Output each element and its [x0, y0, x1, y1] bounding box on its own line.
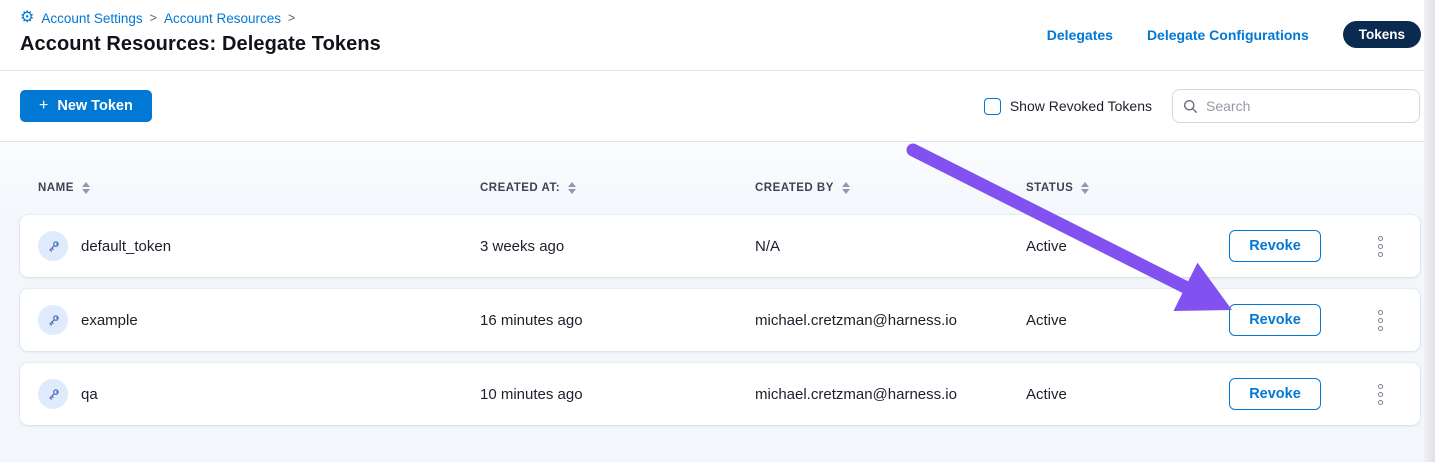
key-icon: [38, 305, 68, 335]
tab-tokens[interactable]: Tokens: [1343, 21, 1421, 48]
revoke-button[interactable]: Revoke: [1229, 230, 1321, 262]
table-row-example[interactable]: example 16 minutes ago michael.cretzman@…: [20, 289, 1420, 351]
token-name-cell: qa: [38, 379, 480, 409]
new-token-button[interactable]: + New Token: [20, 90, 152, 122]
top-bar: ⚙ Account Settings > Account Resources >…: [0, 0, 1435, 70]
created-by: N/A: [755, 238, 1026, 255]
revoke-button-row-example[interactable]: Revoke: [1229, 304, 1321, 336]
sort-icon[interactable]: [842, 182, 850, 194]
column-header-created-at[interactable]: CREATED AT:: [480, 182, 755, 194]
settings-gear-icon: ⚙: [20, 10, 34, 26]
toolbar-right: Show Revoked Tokens: [984, 89, 1420, 123]
token-name-cell: example: [38, 305, 480, 335]
new-token-label: New Token: [57, 98, 132, 114]
tokens-table-section: NAME CREATED AT: CREATED BY STATUS: [0, 141, 1435, 462]
toolbar: + New Token Show Revoked Tokens: [0, 71, 1435, 141]
sort-icon[interactable]: [568, 182, 576, 194]
status-value: Active: [1026, 386, 1210, 403]
row-menu-kebab-icon[interactable]: [1373, 379, 1388, 410]
show-revoked-checkbox[interactable]: [984, 98, 1001, 115]
token-rows: default_token 3 weeks ago N/A Active Rev…: [20, 215, 1420, 425]
row-menu-kebab-icon[interactable]: [1373, 231, 1388, 262]
token-name: default_token: [81, 238, 171, 255]
sort-icon[interactable]: [82, 182, 90, 194]
breadcrumb-account-settings[interactable]: Account Settings: [41, 11, 142, 26]
column-header-name[interactable]: NAME: [38, 182, 480, 194]
token-name: example: [81, 312, 138, 329]
created-at: 16 minutes ago: [480, 312, 755, 329]
search-input[interactable]: [1206, 98, 1409, 114]
table-header: NAME CREATED AT: CREATED BY STATUS: [20, 178, 1420, 198]
created-by: michael.cretzman@harness.io: [755, 386, 1026, 403]
key-icon: [38, 379, 68, 409]
scrollbar[interactable]: [1424, 0, 1435, 462]
tab-delegates[interactable]: Delegates: [1047, 27, 1113, 43]
breadcrumb-separator: >: [288, 11, 295, 25]
tab-delegate-configurations[interactable]: Delegate Configurations: [1147, 27, 1309, 43]
table-row-qa[interactable]: qa 10 minutes ago michael.cretzman@harne…: [20, 363, 1420, 425]
row-menu-kebab-icon[interactable]: [1373, 305, 1388, 336]
breadcrumb-separator: >: [150, 11, 157, 25]
status-value: Active: [1026, 238, 1210, 255]
search-icon: [1183, 99, 1198, 114]
key-icon: [38, 231, 68, 261]
created-at: 10 minutes ago: [480, 386, 755, 403]
delegate-nav-tabs: Delegates Delegate Configurations Tokens: [1047, 21, 1421, 48]
sort-icon[interactable]: [1081, 182, 1089, 194]
revoke-button[interactable]: Revoke: [1229, 378, 1321, 410]
table-row-default-token[interactable]: default_token 3 weeks ago N/A Active Rev…: [20, 215, 1420, 277]
search-box[interactable]: [1172, 89, 1420, 123]
created-by: michael.cretzman@harness.io: [755, 312, 1026, 329]
created-at: 3 weeks ago: [480, 238, 755, 255]
status-value: Active: [1026, 312, 1210, 329]
token-name-cell: default_token: [38, 231, 480, 261]
column-header-created-by[interactable]: CREATED BY: [755, 182, 1026, 194]
plus-icon: +: [39, 98, 48, 114]
column-header-status[interactable]: STATUS: [1026, 182, 1210, 194]
breadcrumb-account-resources[interactable]: Account Resources: [164, 11, 281, 26]
token-name: qa: [81, 386, 98, 403]
show-revoked-label: Show Revoked Tokens: [1010, 98, 1152, 114]
